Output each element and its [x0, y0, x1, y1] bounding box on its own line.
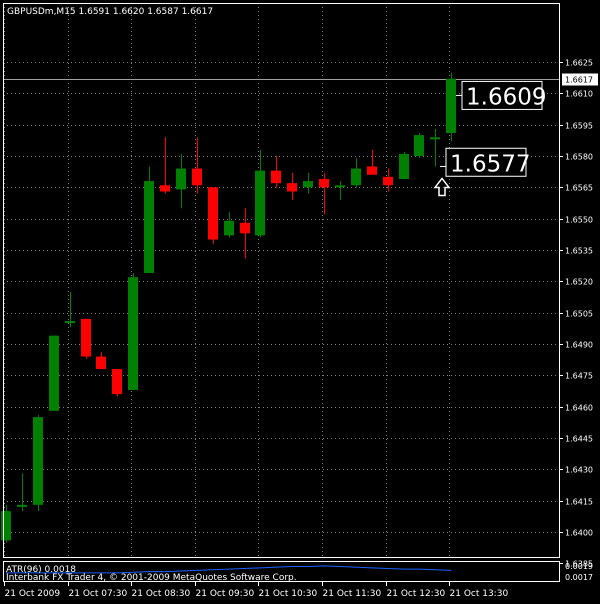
price-tick-label: 1.6580 [565, 153, 593, 162]
time-tick-label: 21 Oct 12:30 [387, 589, 446, 599]
candle-body [81, 318, 91, 357]
candle-body [319, 178, 329, 188]
time-tick-label: 21 Oct 13:30 [450, 589, 509, 599]
price-annotation: 1.6609 [456, 80, 546, 110]
candle-body [160, 185, 170, 192]
price-tick-label: 1.6490 [565, 341, 593, 350]
candle-body [367, 166, 377, 175]
candle[interactable] [414, 133, 424, 159]
candle[interactable] [144, 166, 154, 273]
candle-body [335, 185, 345, 188]
candle-body [144, 181, 154, 273]
candle-body [351, 168, 361, 186]
time-tick-label: 21 Oct 2009 [5, 589, 61, 599]
chart-svg: 1.6625 1.6610 1.6595 1.6580 1.6565 1.6550 1.65… [0, 0, 600, 600]
time-tick-label: 21 Oct 09:30 [196, 589, 255, 599]
time-tick-label: 21 Oct 07:30 [69, 589, 128, 599]
price-tick-label: 1.6520 [565, 278, 593, 287]
indicator-pane: 0.00190.0017ATR(96) 0.0018Interbank FX T… [3, 561, 593, 583]
candle-body [96, 356, 106, 370]
price-tick-label: 1.6595 [565, 122, 593, 131]
candle-body [303, 181, 313, 188]
price-tick-label: 1.6430 [565, 466, 593, 475]
candle-body [399, 153, 409, 179]
candle[interactable] [49, 335, 59, 411]
candle-body [49, 335, 59, 411]
current-price-badge: 1.6617 [562, 73, 598, 86]
candle[interactable] [208, 187, 218, 244]
price-tick-label: 1.6415 [565, 498, 593, 507]
annotation-label: 1.6609 [466, 84, 546, 110]
price-tick-label: 1.6505 [565, 310, 593, 319]
candle[interactable] [112, 369, 122, 397]
candle[interactable] [399, 151, 409, 179]
time-tick-label: 21 Oct 10:30 [259, 589, 318, 599]
candle-body [1, 511, 11, 541]
candle-body [430, 137, 440, 140]
candle-body [287, 183, 297, 192]
candle-body [271, 170, 281, 184]
price-tick-label: 1.6475 [565, 372, 593, 381]
candle-body [33, 417, 43, 505]
price-tick-label: 1.6445 [565, 435, 593, 444]
price-tick-label: 1.6460 [565, 404, 593, 413]
candle[interactable] [33, 415, 43, 512]
current-price-label: 1.6617 [565, 76, 593, 85]
annotation-label: 1.6577 [450, 151, 530, 177]
candle-body [65, 321, 75, 324]
price-tick-label: 1.6550 [565, 216, 593, 225]
candle[interactable] [446, 72, 456, 142]
candle-body [128, 277, 138, 390]
candle-body [17, 504, 27, 507]
time-tick-label: 21 Oct 08:30 [132, 589, 191, 599]
candle-body [208, 187, 218, 240]
candle-body [224, 220, 234, 236]
price-tick-label: 1.6400 [565, 529, 593, 538]
candle-body [112, 369, 122, 395]
candle-body [255, 170, 265, 236]
price-tick-label: 1.6610 [565, 90, 593, 99]
price-tick-label: 1.6565 [565, 184, 593, 193]
candle-body [383, 176, 393, 186]
candle-body [192, 168, 202, 186]
candle-body [414, 135, 424, 156]
price-tick-label: 1.6625 [565, 59, 593, 68]
candle-body [446, 78, 456, 134]
candle-body [176, 168, 186, 190]
copyright-text: Interbank FX Trader 4, © 2001-2009 MetaQ… [6, 573, 297, 583]
candle-body [240, 222, 250, 234]
chart-window[interactable]: 1.6625 1.6610 1.6595 1.6580 1.6565 1.6550 1.65… [0, 0, 600, 600]
chart-header: GBPUSDm,M15 1.6591 1.6620 1.6587 1.6617 [7, 7, 213, 17]
atr-tick-label: 0.0017 [565, 573, 593, 582]
candle[interactable] [128, 272, 138, 390]
candle[interactable] [81, 318, 91, 359]
atr-tick-label: 0.0019 [565, 562, 593, 571]
time-tick-label: 21 Oct 11:30 [323, 589, 382, 599]
price-tick-label: 1.6535 [565, 247, 593, 256]
